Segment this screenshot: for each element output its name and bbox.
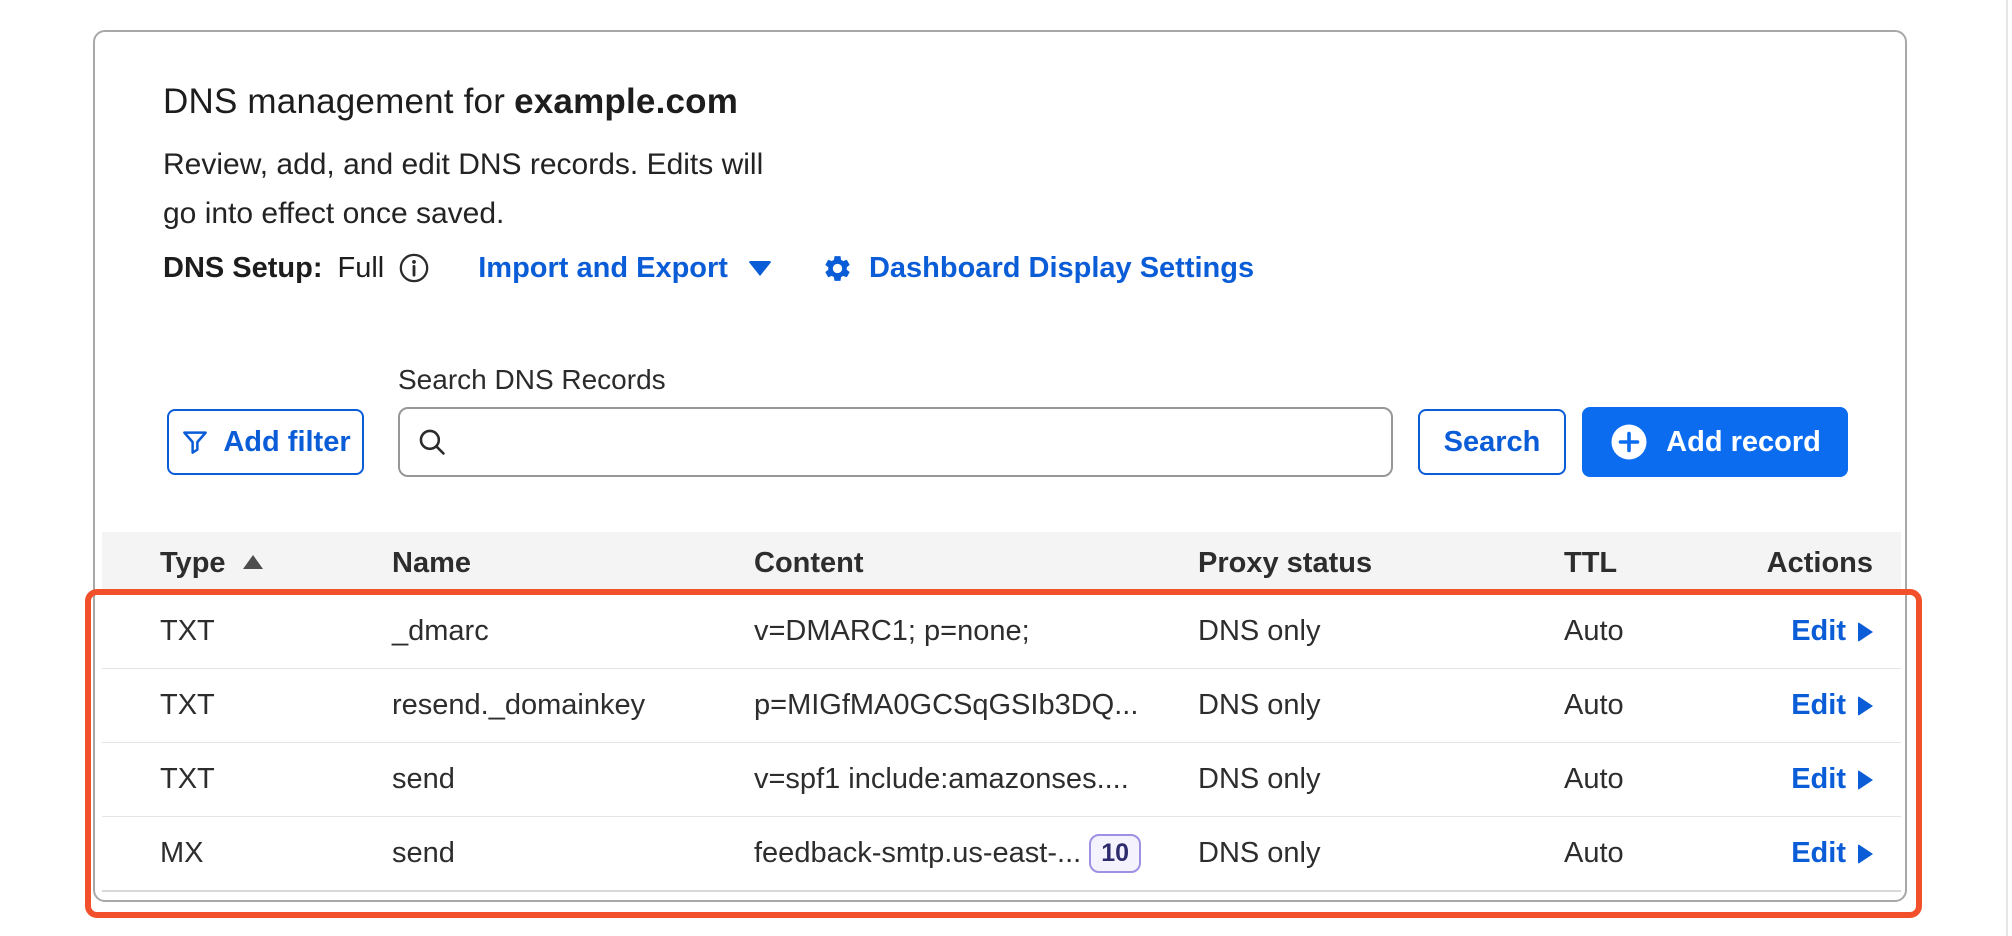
cell-type: MX: [160, 837, 392, 870]
add-record-label: Add record: [1666, 426, 1821, 459]
add-record-button[interactable]: Add record: [1582, 407, 1848, 477]
funnel-icon: [180, 427, 210, 457]
cell-name: send: [392, 763, 754, 796]
cell-proxy-status: DNS only: [1198, 837, 1564, 870]
chevron-right-icon: [1858, 770, 1873, 790]
column-header-proxy-status: Proxy status: [1198, 547, 1564, 580]
table-header-row: Type Name Content Proxy status TTL Actio…: [102, 532, 1901, 594]
info-circle-icon[interactable]: [397, 251, 431, 285]
edit-link[interactable]: Edit: [1791, 615, 1873, 648]
cell-actions: Edit: [1734, 615, 1873, 648]
edit-link[interactable]: Edit: [1791, 837, 1873, 870]
page-right-divider: [2006, 0, 2008, 936]
search-label: Search DNS Records: [398, 364, 666, 396]
cell-proxy-status: DNS only: [1198, 615, 1564, 648]
plus-circle-icon: [1609, 422, 1649, 462]
table-row: MX send feedback-smtp.us-east-... 10 DNS…: [102, 816, 1901, 890]
page-description: Review, add, and edit DNS records. Edits…: [163, 140, 763, 238]
add-filter-label: Add filter: [223, 426, 350, 459]
dns-setup-row: DNS Setup: Full Import and Export Dashbo…: [163, 248, 1254, 288]
import-export-link[interactable]: Import and Export: [478, 252, 772, 285]
table-row: TXT send v=spf1 include:amazonses.... DN…: [102, 742, 1901, 816]
cell-actions: Edit: [1734, 689, 1873, 722]
edit-label: Edit: [1791, 763, 1846, 796]
cell-actions: Edit: [1734, 763, 1873, 796]
edit-link[interactable]: Edit: [1791, 763, 1873, 796]
chevron-right-icon: [1858, 844, 1873, 864]
edit-link[interactable]: Edit: [1791, 689, 1873, 722]
cell-name: _dmarc: [392, 615, 754, 648]
chevron-right-icon: [1858, 696, 1873, 716]
cell-ttl: Auto: [1564, 689, 1734, 722]
description-line-1: Review, add, and edit DNS records. Edits…: [163, 140, 763, 189]
cell-proxy-status: DNS only: [1198, 763, 1564, 796]
page: DNS management forexample.com Review, ad…: [0, 0, 2012, 936]
search-button[interactable]: Search: [1418, 409, 1566, 475]
search-box: [398, 407, 1393, 477]
cell-name: send: [392, 837, 754, 870]
description-line-2: go into effect once saved.: [163, 189, 763, 238]
mx-priority-badge: 10: [1089, 834, 1141, 873]
column-header-type-label: Type: [160, 547, 226, 580]
cell-name: resend._domainkey: [392, 689, 754, 722]
cell-ttl: Auto: [1564, 837, 1734, 870]
sort-ascending-icon: [243, 555, 263, 569]
dns-records-table: Type Name Content Proxy status TTL Actio…: [102, 532, 1901, 892]
edit-label: Edit: [1791, 837, 1846, 870]
content-text: v=spf1 include:amazonses....: [754, 763, 1129, 796]
table-row: TXT _dmarc v=DMARC1; p=none; DNS only Au…: [102, 594, 1901, 668]
chevron-right-icon: [1858, 622, 1873, 642]
cell-ttl: Auto: [1564, 615, 1734, 648]
import-export-label: Import and Export: [478, 252, 728, 285]
page-title: DNS management forexample.com: [163, 82, 738, 122]
cell-content: v=spf1 include:amazonses....: [754, 763, 1198, 796]
column-header-ttl: TTL: [1564, 547, 1734, 580]
column-header-actions: Actions: [1734, 547, 1873, 580]
content-text: v=DMARC1; p=none;: [754, 615, 1030, 648]
cell-content: feedback-smtp.us-east-... 10: [754, 834, 1198, 873]
cell-ttl: Auto: [1564, 763, 1734, 796]
content-text: p=MIGfMA0GCSqGSIb3DQ...: [754, 689, 1138, 722]
cell-proxy-status: DNS only: [1198, 689, 1564, 722]
dashboard-display-settings-link[interactable]: Dashboard Display Settings: [822, 252, 1254, 285]
search-icon: [415, 425, 449, 459]
page-title-domain: example.com: [514, 82, 738, 121]
table-body: TXT _dmarc v=DMARC1; p=none; DNS only Au…: [102, 594, 1901, 890]
dns-setup-value: Full: [338, 252, 385, 285]
cell-type: TXT: [160, 615, 392, 648]
cell-content: p=MIGfMA0GCSqGSIb3DQ...: [754, 689, 1198, 722]
dns-management-card: DNS management forexample.com Review, ad…: [93, 30, 1907, 902]
dns-setup-label: DNS Setup:: [163, 252, 323, 285]
cell-type: TXT: [160, 763, 392, 796]
cell-actions: Edit: [1734, 837, 1873, 870]
page-title-text: DNS management for: [163, 82, 505, 121]
chevron-down-icon: [748, 261, 772, 276]
cell-type: TXT: [160, 689, 392, 722]
cell-content: v=DMARC1; p=none;: [754, 615, 1198, 648]
column-header-type[interactable]: Type: [160, 547, 392, 580]
search-input[interactable]: [398, 407, 1393, 477]
edit-label: Edit: [1791, 689, 1846, 722]
dashboard-settings-label: Dashboard Display Settings: [869, 252, 1254, 285]
gear-icon: [822, 253, 853, 284]
add-filter-button[interactable]: Add filter: [167, 409, 364, 475]
column-header-content: Content: [754, 547, 1198, 580]
table-row: TXT resend._domainkey p=MIGfMA0GCSqGSIb3…: [102, 668, 1901, 742]
content-text: feedback-smtp.us-east-...: [754, 837, 1081, 870]
column-header-name: Name: [392, 547, 754, 580]
edit-label: Edit: [1791, 615, 1846, 648]
